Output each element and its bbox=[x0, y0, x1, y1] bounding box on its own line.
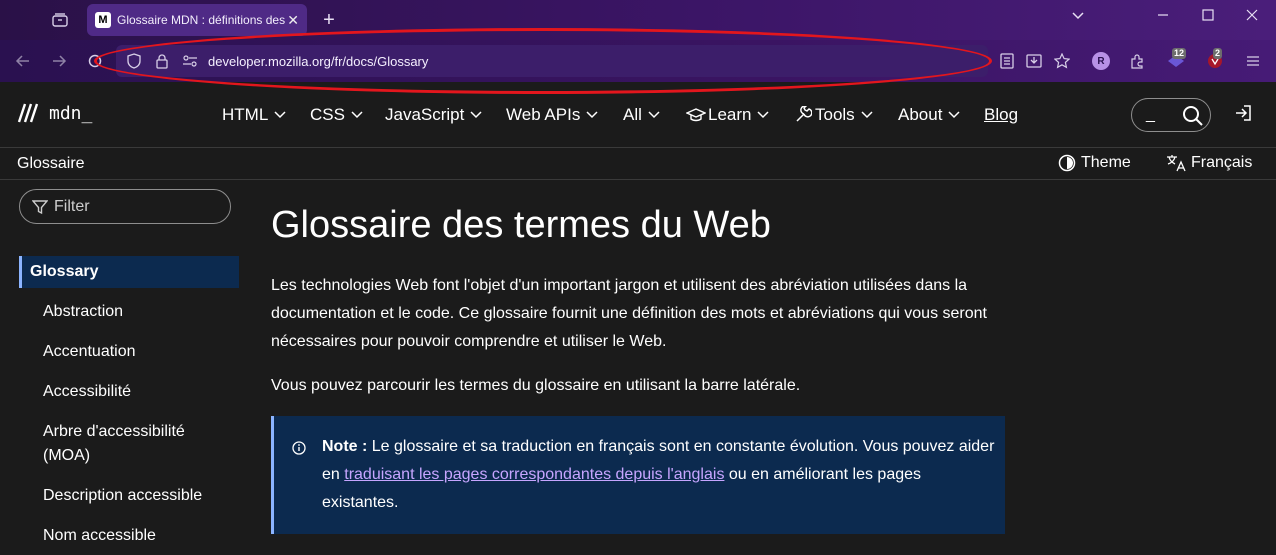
back-icon[interactable] bbox=[13, 51, 33, 71]
filter-icon bbox=[32, 199, 48, 214]
close-window-icon[interactable] bbox=[1246, 8, 1258, 24]
sidebar-item-glossary[interactable]: Glossary bbox=[19, 256, 239, 288]
chevron-down-icon bbox=[351, 111, 363, 119]
menu-label: Learn bbox=[708, 105, 752, 124]
chevron-down-icon bbox=[586, 111, 598, 119]
theme-button[interactable]: Theme bbox=[1058, 154, 1131, 172]
sidebar-item-abstraction[interactable]: Abstraction bbox=[43, 300, 123, 324]
search-cursor: _ bbox=[1146, 106, 1155, 123]
translate-pages-link[interactable]: traduisant les pages correspondantes dep… bbox=[344, 466, 724, 483]
minimize-icon[interactable] bbox=[1157, 8, 1169, 24]
intro-paragraph: Les technologies Web font l'objet d'un i… bbox=[271, 277, 987, 350]
chevron-down-icon bbox=[274, 111, 286, 119]
menu-label: Web APIs bbox=[506, 105, 581, 124]
menu-css[interactable]: CSS bbox=[310, 105, 363, 125]
tab-overflow-chevron-icon[interactable] bbox=[1071, 8, 1085, 24]
translate-icon bbox=[1167, 155, 1186, 172]
sidebar-filter-input[interactable]: Filter bbox=[19, 189, 231, 224]
menu-label: HTML bbox=[222, 105, 269, 124]
note-callout: Note : Le glossaire et sa traduction en … bbox=[271, 416, 1005, 534]
chevron-down-icon bbox=[861, 111, 873, 119]
breadcrumb[interactable]: Glossaire bbox=[17, 155, 85, 173]
info-icon bbox=[292, 441, 306, 455]
wrench-icon bbox=[796, 106, 812, 122]
breadcrumb-bar: Glossaire Theme Français bbox=[0, 148, 1276, 180]
extensions-puzzle-icon[interactable] bbox=[1127, 51, 1147, 71]
language-label: Français bbox=[1191, 154, 1253, 171]
note-label: Note : bbox=[322, 438, 368, 455]
profile-avatar[interactable]: R bbox=[1091, 51, 1111, 71]
menu-web-apis[interactable]: Web APIs bbox=[506, 105, 598, 125]
sidebar-item-accessibilite[interactable]: Accessibilité bbox=[43, 380, 131, 404]
sidebar-item-nom-accessible[interactable]: Nom accessible bbox=[43, 524, 156, 548]
chevron-down-icon bbox=[470, 111, 482, 119]
mdn-logo[interactable]: mdn_ bbox=[17, 102, 92, 124]
login-icon[interactable] bbox=[1234, 104, 1252, 127]
menu-label: CSS bbox=[310, 105, 345, 124]
menu-blog-link[interactable]: Blog bbox=[984, 105, 1018, 125]
page-title: Glossaire des termes du Web bbox=[271, 204, 771, 246]
search-button[interactable]: _ bbox=[1131, 98, 1211, 132]
menu-label: Tools bbox=[815, 105, 855, 124]
chevron-down-icon bbox=[648, 111, 660, 119]
extension-badge-count: 12 bbox=[1172, 48, 1187, 59]
browser-tab[interactable]: M Glossaire MDN : définitions des ✕ bbox=[87, 4, 307, 36]
menu-javascript[interactable]: JavaScript bbox=[385, 105, 482, 125]
sidebar-item-label: Glossary bbox=[30, 263, 99, 280]
menu-about[interactable]: About bbox=[898, 105, 960, 125]
menu-label: JavaScript bbox=[385, 105, 465, 124]
extension-badge-count: 2 bbox=[1213, 48, 1223, 59]
sidebar-hint-paragraph: Vous pouvez parcourir les termes du glos… bbox=[271, 377, 801, 394]
menu-all[interactable]: All bbox=[623, 105, 660, 125]
theme-icon bbox=[1058, 154, 1076, 172]
menu-label: About bbox=[898, 105, 943, 124]
reader-view-icon[interactable] bbox=[997, 51, 1017, 71]
bookmark-star-icon[interactable] bbox=[1052, 51, 1072, 71]
tab-close-icon[interactable]: ✕ bbox=[287, 12, 299, 29]
note-text: Note : Le glossaire et sa traduction en … bbox=[322, 433, 998, 517]
chevron-down-icon bbox=[757, 111, 770, 119]
logo-text: mdn_ bbox=[49, 102, 93, 124]
new-tab-button[interactable]: + bbox=[318, 6, 340, 34]
forward-icon[interactable] bbox=[49, 51, 69, 71]
mdn-m-icon bbox=[17, 103, 39, 123]
menu-html[interactable]: HTML bbox=[222, 105, 286, 125]
graduation-cap-icon bbox=[686, 108, 706, 122]
maximize-icon[interactable] bbox=[1202, 8, 1214, 24]
filter-placeholder: Filter bbox=[54, 197, 90, 215]
save-to-pocket-icon[interactable] bbox=[1024, 51, 1044, 71]
sidebar-item-accentuation[interactable]: Accentuation bbox=[43, 340, 136, 364]
mdn-favicon-icon: M bbox=[95, 12, 111, 28]
menu-learn[interactable]: Learn bbox=[686, 105, 770, 125]
chevron-down-icon bbox=[948, 111, 960, 119]
tab-title: Glossaire MDN : définitions des bbox=[117, 13, 286, 27]
menu-hamburger-icon[interactable] bbox=[1243, 51, 1263, 71]
sidebar-item-arbre-accessibilite[interactable]: Arbre d'accessibilité bbox=[43, 420, 185, 444]
search-icon bbox=[1183, 106, 1203, 126]
tab-list-icon[interactable] bbox=[44, 6, 76, 34]
theme-label: Theme bbox=[1081, 154, 1131, 171]
language-button[interactable]: Français bbox=[1166, 154, 1252, 172]
menu-tools[interactable]: Tools bbox=[794, 105, 873, 125]
annotation-ellipse bbox=[94, 28, 992, 94]
sidebar-item-arbre-accessibilite-line2[interactable]: (MOA) bbox=[43, 444, 90, 468]
menu-label: All bbox=[623, 105, 642, 124]
sidebar-item-description-accessible[interactable]: Description accessible bbox=[43, 484, 202, 508]
